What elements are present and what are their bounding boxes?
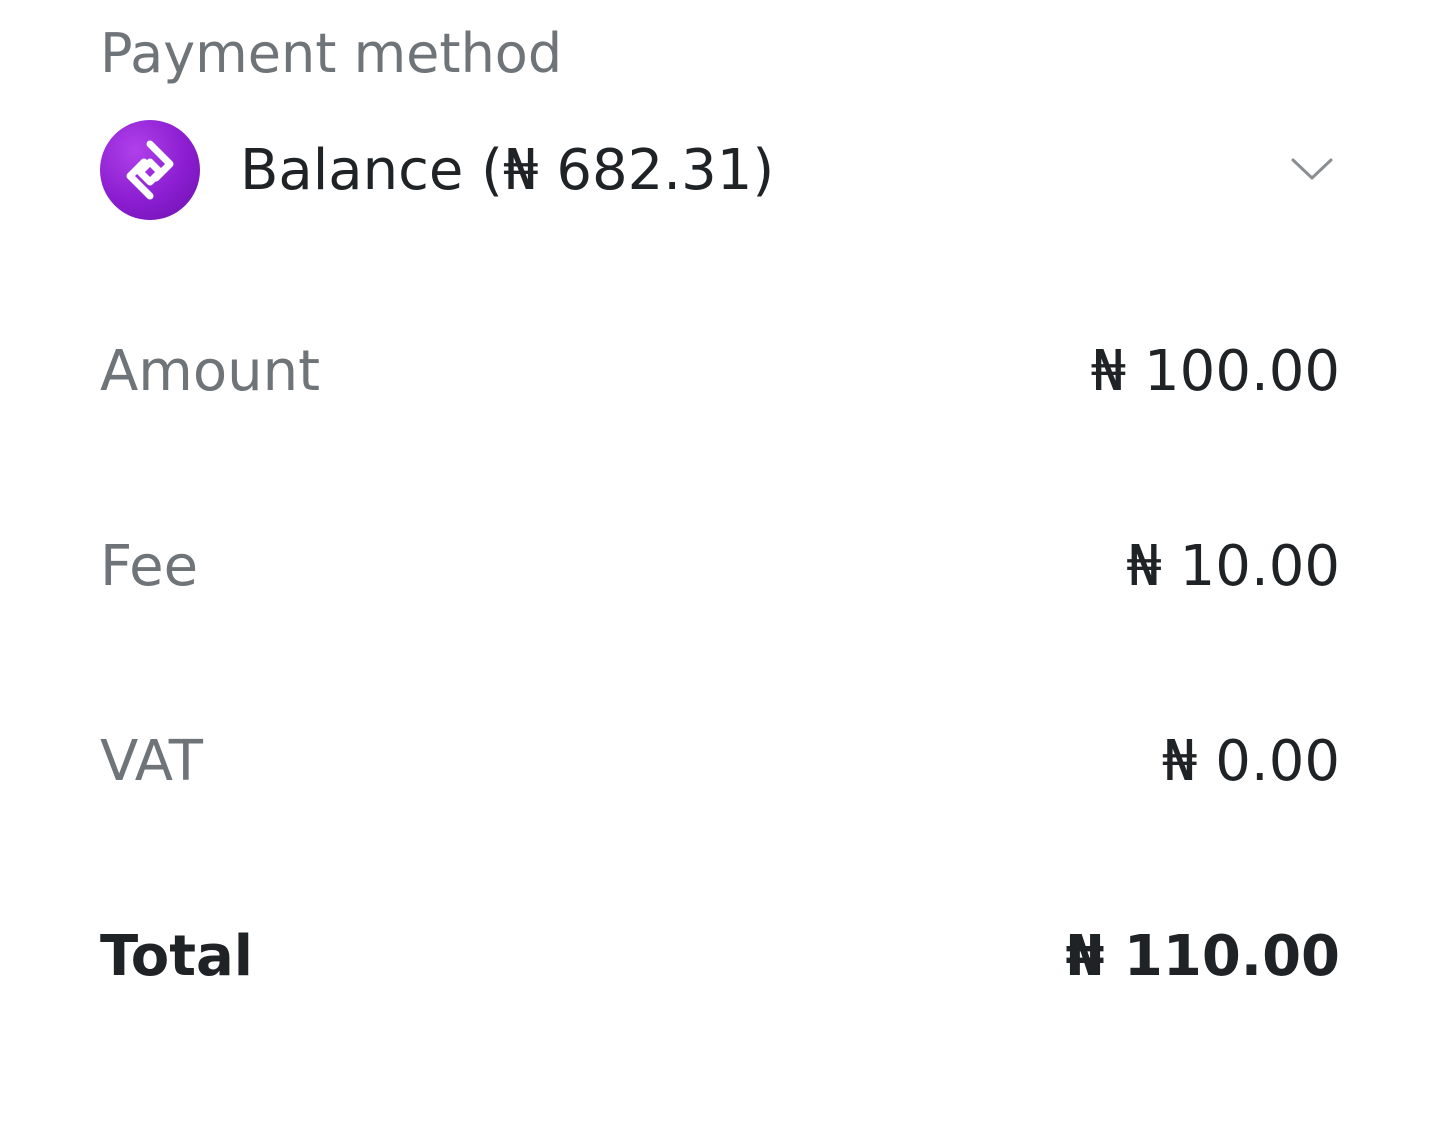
selected-payment-method: Balance (₦ 682.31) bbox=[240, 138, 775, 203]
total-label: Total bbox=[100, 924, 253, 989]
payment-method-selector[interactable]: Balance (₦ 682.31) bbox=[100, 120, 1340, 220]
fee-value: ₦ 10.00 bbox=[1126, 534, 1340, 599]
amount-row: Amount ₦ 100.00 bbox=[100, 337, 1340, 407]
amount-label: Amount bbox=[100, 339, 321, 404]
amount-value: ₦ 100.00 bbox=[1090, 339, 1340, 404]
vat-value: ₦ 0.00 bbox=[1161, 729, 1340, 794]
total-value: ₦ 110.00 bbox=[1065, 924, 1340, 989]
total-row: Total ₦ 110.00 bbox=[100, 922, 1340, 992]
vat-label: VAT bbox=[100, 729, 203, 794]
vat-row: VAT ₦ 0.00 bbox=[100, 727, 1340, 797]
fee-row: Fee ₦ 10.00 bbox=[100, 532, 1340, 602]
fee-label: Fee bbox=[100, 534, 199, 599]
chevron-down-icon[interactable] bbox=[1290, 152, 1334, 188]
payment-method-label: Payment method bbox=[100, 22, 563, 85]
wallet-brand-logo-icon bbox=[100, 120, 200, 220]
